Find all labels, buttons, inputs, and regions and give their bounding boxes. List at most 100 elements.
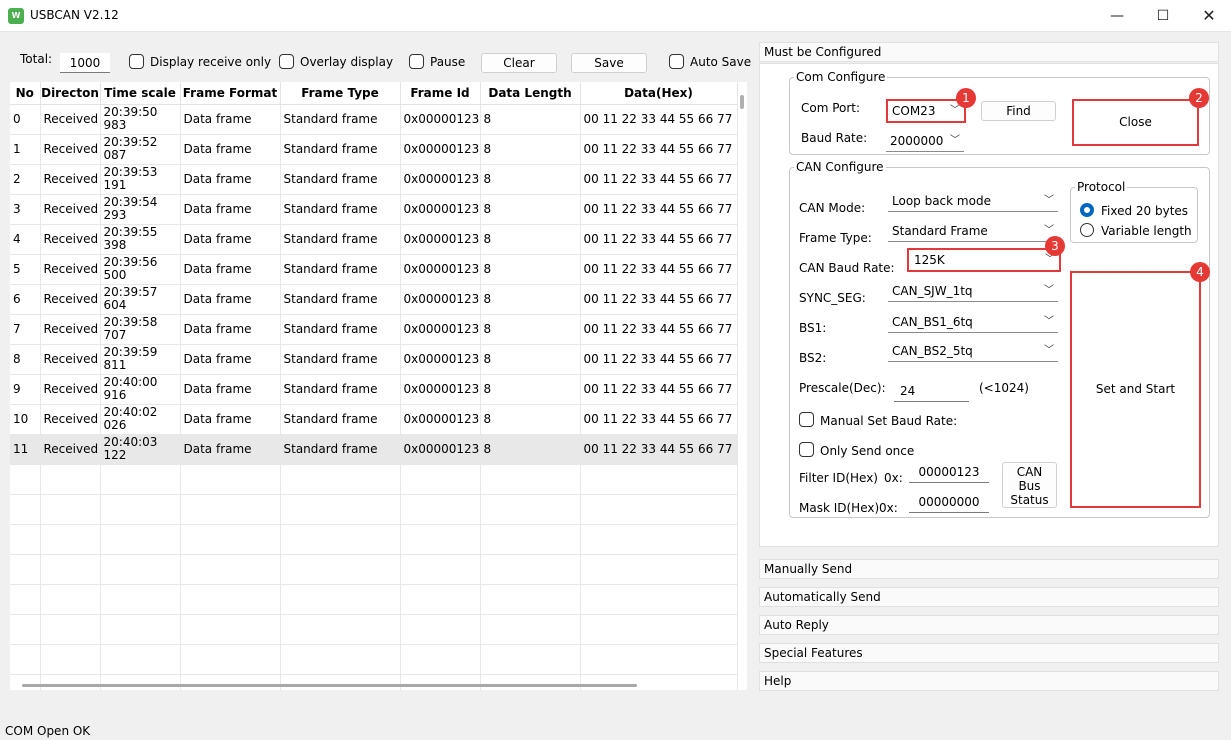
manual-baud-checkbox[interactable] (799, 412, 814, 427)
status-bar: COM Open OK (5, 724, 91, 738)
bs1-select[interactable]: CAN_BS1_6tq ﹀ (888, 313, 1058, 333)
cell-time-scale: 20:40:02 026 (100, 404, 181, 435)
table-row[interactable]: 11 Received 20:40:03 122 Data frame Standard … (10, 434, 738, 465)
prescale-input[interactable]: 24 (894, 380, 969, 402)
empty-cell (100, 584, 181, 615)
variable-length-radio[interactable] (1080, 223, 1094, 237)
cell-time-scale: 20:40:00 916 (100, 374, 181, 405)
empty-cell (480, 674, 581, 690)
table-row[interactable]: 3 Received 20:39:54 293 Data frame Standard f… (10, 194, 738, 225)
cell-time-scale: 20:39:56 500 (100, 254, 181, 285)
table-row[interactable]: 2 Received 20:39:53 191 Data frame Standard f… (10, 164, 738, 195)
display-receive-only-checkbox[interactable] (129, 54, 144, 69)
sync-seg-value: CAN_SJW_1tq (892, 284, 973, 298)
must-be-configured-header[interactable]: Must be Configured (759, 42, 1219, 62)
table-row[interactable]: 8 Received 20:39:59 811 Data frame Standard f… (10, 344, 738, 375)
column-header[interactable]: Frame Format (180, 82, 281, 105)
fixed-20-bytes-label: Fixed 20 bytes (1101, 204, 1189, 218)
column-header[interactable]: No (10, 82, 41, 105)
maximize-button[interactable]: ☐ (1140, 0, 1186, 32)
chevron-down-icon: ﹀ (1044, 195, 1054, 206)
annotation-badge-3: 3 (1045, 236, 1065, 256)
table-row[interactable]: 7 Received 20:39:58 707 Data frame Standard f… (10, 314, 738, 345)
table-row[interactable]: 0 Received 20:39:50 983 Data frame Standard f… (10, 104, 738, 135)
bs1-value: CAN_BS1_6tq (892, 315, 973, 329)
cell-type: Standard frame (280, 284, 401, 315)
empty-cell (580, 584, 738, 615)
close-port-button[interactable]: Close (1072, 99, 1199, 146)
baud-rate-select[interactable]: 2000000 ﹀ (886, 132, 964, 152)
horizontal-scrollbar[interactable] (22, 684, 637, 687)
sync-seg-select[interactable]: CAN_SJW_1tq ﹀ (888, 282, 1058, 302)
table-row[interactable]: 6 Received 20:39:57 604 Data frame Standard f… (10, 284, 738, 315)
cell-no: 3 (10, 194, 41, 225)
can-mode-select[interactable]: Loop back mode ﹀ (888, 192, 1058, 212)
vertical-scrollbar[interactable] (740, 95, 744, 109)
table-row[interactable]: 5 Received 20:39:56 500 Data frame Standard f… (10, 254, 738, 285)
overlay-display-checkbox[interactable] (279, 54, 294, 69)
cell-len: 8 (480, 164, 581, 195)
find-button[interactable]: Find (981, 101, 1056, 121)
empty-cell (280, 644, 401, 675)
frame-type-label: Frame Type: (799, 231, 872, 245)
empty-cell (10, 674, 41, 690)
table-row[interactable]: 10 Received 20:40:02 026 Data frame Standard … (10, 404, 738, 435)
auto-save-checkbox[interactable] (669, 54, 684, 69)
frame-type-value: Standard Frame (892, 224, 988, 238)
empty-cell (40, 494, 101, 525)
empty-cell (100, 554, 181, 585)
only-send-once-checkbox[interactable] (799, 442, 814, 457)
com-port-select[interactable]: COM23 ﹀ (886, 99, 966, 123)
column-header[interactable]: Frame Type (280, 82, 401, 105)
empty-cell (480, 584, 581, 615)
bs2-select[interactable]: CAN_BS2_5tq ﹀ (888, 342, 1058, 362)
clear-button[interactable]: Clear (481, 53, 557, 73)
column-header[interactable]: Frame Id (400, 82, 481, 105)
can-bus-status-button[interactable]: CAN Bus Status (1002, 462, 1057, 508)
table-row[interactable]: 9 Received 20:40:00 916 Data frame Standard f… (10, 374, 738, 405)
cell-dir: Received (40, 434, 101, 465)
cell-no: 9 (10, 374, 41, 405)
empty-cell (580, 674, 738, 690)
empty-cell (480, 524, 581, 555)
annotation-badge-2: 2 (1189, 88, 1209, 108)
help-header[interactable]: Help (759, 671, 1219, 691)
frame-type-select[interactable]: Standard Frame ﹀ (888, 222, 1058, 242)
automatically-send-header[interactable]: Automatically Send (759, 587, 1219, 607)
cell-type: Standard frame (280, 104, 401, 135)
set-and-start-button[interactable]: Set and Start (1070, 271, 1201, 508)
table-row[interactable]: 4 Received 20:39:55 398 Data frame Standard f… (10, 224, 738, 255)
column-header[interactable]: Time scale (100, 82, 181, 105)
column-header[interactable]: Data Length (480, 82, 581, 105)
pause-checkbox[interactable] (409, 54, 424, 69)
empty-cell (180, 524, 281, 555)
cell-len: 8 (480, 404, 581, 435)
bs1-label: BS1: (799, 321, 827, 335)
column-header[interactable]: Data(Hex) (580, 82, 738, 105)
table-row[interactable]: 1 Received 20:39:52 087 Data frame Standard f… (10, 134, 738, 165)
empty-cell (100, 674, 181, 690)
cell-len: 8 (480, 104, 581, 135)
can-baud-rate-select[interactable]: 125K ﹀ (907, 248, 1061, 272)
cell-fmt: Data frame (180, 134, 281, 165)
auto-reply-header[interactable]: Auto Reply (759, 615, 1219, 635)
save-button[interactable]: Save (571, 53, 647, 73)
cell-data: 00 11 22 33 44 55 66 77 (580, 194, 738, 225)
fixed-20-bytes-radio[interactable] (1080, 203, 1094, 217)
empty-cell (40, 644, 101, 675)
minimize-button[interactable]: — (1094, 0, 1140, 32)
mask-id-input[interactable]: 00000000 (909, 491, 989, 513)
empty-cell (400, 494, 481, 525)
manually-send-header[interactable]: Manually Send (759, 559, 1219, 579)
column-header[interactable]: Directon (40, 82, 101, 105)
close-window-button[interactable]: ✕ (1186, 0, 1231, 32)
sync-seg-label: SYNC_SEG: (799, 291, 866, 305)
can-baud-rate-label: CAN Baud Rate: (799, 261, 895, 275)
cell-data: 00 11 22 33 44 55 66 77 (580, 374, 738, 405)
app-icon: W (8, 8, 24, 24)
frame-table[interactable]: No Directon Time scale Frame Format Frame Ty… (10, 82, 747, 690)
total-input[interactable]: 1000 (60, 53, 110, 73)
filter-id-input[interactable]: 00000123 (909, 461, 989, 483)
empty-cell (100, 524, 181, 555)
special-features-header[interactable]: Special Features (759, 643, 1219, 663)
